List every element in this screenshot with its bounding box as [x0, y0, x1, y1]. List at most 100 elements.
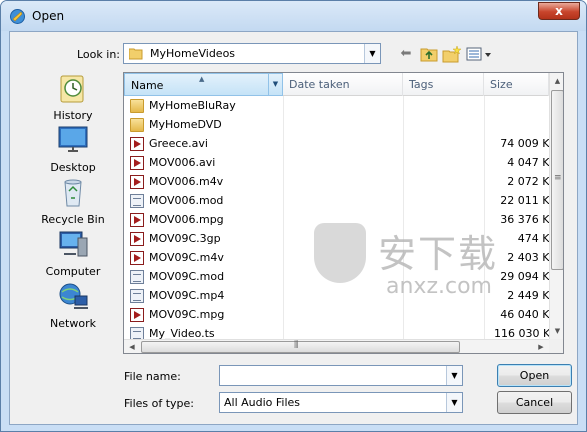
file-name-combo[interactable]: ▼ — [219, 365, 463, 386]
close-button[interactable]: x — [538, 2, 580, 20]
new-folder-icon[interactable] — [442, 45, 462, 63]
file-size: 22 011 KB — [500, 194, 557, 207]
folder-icon — [129, 48, 143, 60]
file-name: MyHomeBluRay — [149, 99, 236, 112]
folder-icon — [130, 118, 144, 132]
desktop-icon — [58, 126, 88, 152]
scroll-up-icon[interactable]: ▲ — [550, 73, 563, 89]
chevron-down-icon[interactable]: ▼ — [446, 366, 462, 385]
dialog-body: Look in: MyHomeVideos ▼ ⬅ History Deskto… — [9, 31, 578, 425]
chevron-down-icon[interactable]: ▼ — [364, 44, 380, 63]
file-type-label: Files of type: — [124, 397, 195, 410]
place-label: Computer — [45, 265, 101, 278]
open-dialog: Open x Look in: MyHomeVideos ▼ ⬅ History… — [0, 0, 587, 432]
file-row[interactable]: MOV006.m4v 2 072 KB — [124, 173, 557, 192]
file-size: 46 040 KB — [500, 308, 557, 321]
place-label: Network — [50, 317, 96, 330]
folder-icon — [130, 99, 144, 113]
look-in-label: Look in: — [77, 48, 120, 61]
video-file-icon — [130, 156, 144, 170]
file-row[interactable]: MyHomeDVD — [124, 116, 549, 135]
media-file-icon — [130, 270, 144, 284]
computer-icon — [59, 231, 88, 257]
video-file-icon — [130, 251, 144, 265]
place-network[interactable]: Network — [26, 280, 120, 330]
column-header-name[interactable]: ▲ Name ▼ — [124, 73, 283, 96]
look-in-dropdown[interactable]: MyHomeVideos ▼ — [123, 43, 381, 64]
file-name: Greece.avi — [149, 137, 208, 150]
file-name: MOV09C.mod — [149, 270, 225, 283]
file-name-label: File name: — [124, 370, 181, 383]
file-list[interactable]: ▲ Name ▼ Date taken Tags Size MyHomeBluR… — [123, 72, 564, 354]
back-arrow-icon[interactable]: ⬅ — [398, 45, 414, 63]
file-name: MOV09C.m4v — [149, 251, 224, 264]
file-size: 2 449 KB — [507, 289, 557, 302]
file-row[interactable]: Greece.avi 74 009 KB — [124, 135, 557, 154]
open-button[interactable]: Open — [497, 364, 572, 387]
history-icon — [60, 75, 84, 103]
file-size: 74 009 KB — [500, 137, 557, 150]
file-name: MOV006.mpg — [149, 213, 224, 226]
scroll-right-icon[interactable]: ▶ — [533, 340, 549, 353]
column-header-row: ▲ Name ▼ Date taken Tags Size — [124, 73, 549, 96]
file-row[interactable]: MOV006.mod 22 011 KB — [124, 192, 557, 211]
file-size: 4 047 KB — [507, 156, 557, 169]
file-type-select[interactable]: All Audio Files ▼ — [219, 392, 463, 413]
video-file-icon — [130, 175, 144, 189]
file-row[interactable]: MyHomeBluRay — [124, 97, 549, 116]
scroll-corner — [549, 339, 563, 353]
file-name: MOV09C.mp4 — [149, 289, 225, 302]
file-size: 36 376 KB — [500, 213, 557, 226]
watermark-url: anxz.com — [386, 274, 492, 299]
recycle-bin-icon — [64, 179, 82, 207]
sort-ascending-icon: ▲ — [199, 75, 205, 83]
column-name-label: Name — [131, 79, 164, 92]
look-in-value: MyHomeVideos — [150, 47, 236, 60]
watermark-text: 安下载 — [378, 232, 499, 276]
up-folder-icon[interactable] — [420, 45, 438, 63]
column-header-date[interactable]: Date taken — [283, 73, 403, 96]
scroll-thumb[interactable] — [141, 340, 460, 353]
media-file-icon — [130, 289, 144, 303]
cancel-button[interactable]: Cancel — [497, 391, 572, 414]
scroll-thumb[interactable] — [551, 90, 563, 270]
file-name: MOV09C.3gp — [149, 232, 221, 245]
scroll-left-icon[interactable]: ◀ — [124, 340, 140, 353]
window-title: Open — [32, 9, 65, 23]
scroll-down-icon[interactable]: ▼ — [550, 323, 563, 339]
watermark-shield-icon — [314, 223, 366, 283]
column-header-tags[interactable]: Tags — [403, 73, 484, 96]
place-recycle-bin[interactable]: Recycle Bin — [26, 176, 120, 226]
file-size: 474 KB — [517, 232, 557, 245]
horizontal-scrollbar[interactable]: ◀ ▶ — [124, 339, 549, 353]
file-rows: MyHomeBluRay MyHomeDVD Greece.avi 74 009 KB… — [124, 97, 558, 344]
file-name: MOV006.m4v — [149, 175, 224, 188]
video-file-icon — [130, 308, 144, 322]
place-label: Desktop — [50, 161, 96, 174]
network-icon — [59, 283, 88, 309]
place-computer[interactable]: Computer — [26, 228, 120, 278]
place-history[interactable]: History — [26, 72, 120, 122]
view-menu-icon[interactable] — [466, 45, 494, 63]
media-file-icon — [130, 194, 144, 208]
file-type-value: All Audio Files — [224, 396, 301, 409]
places-bar: History Desktop Recycle Bin Computer Net… — [26, 72, 120, 342]
file-name: MOV09C.mpg — [149, 308, 225, 321]
place-label: History — [53, 109, 93, 122]
file-size: 2 072 KB — [507, 175, 557, 188]
file-row[interactable]: MOV006.avi 4 047 KB — [124, 154, 557, 173]
place-label: Recycle Bin — [41, 213, 105, 226]
file-name: MyHomeDVD — [149, 118, 222, 131]
video-file-icon — [130, 137, 144, 151]
file-size: 29 094 KB — [500, 270, 557, 283]
file-row[interactable]: MOV09C.mpg 46 040 KB — [124, 306, 557, 325]
title-bar[interactable]: Open x — [1, 1, 586, 31]
app-icon — [10, 9, 25, 24]
vertical-scrollbar[interactable]: ▲ ▼ — [549, 73, 563, 339]
chevron-down-icon[interactable]: ▼ — [268, 74, 282, 95]
file-name: MOV006.mod — [149, 194, 224, 207]
file-name-input[interactable] — [222, 367, 444, 384]
column-header-size[interactable]: Size — [484, 73, 549, 96]
chevron-down-icon[interactable]: ▼ — [446, 393, 462, 412]
place-desktop[interactable]: Desktop — [26, 124, 120, 174]
